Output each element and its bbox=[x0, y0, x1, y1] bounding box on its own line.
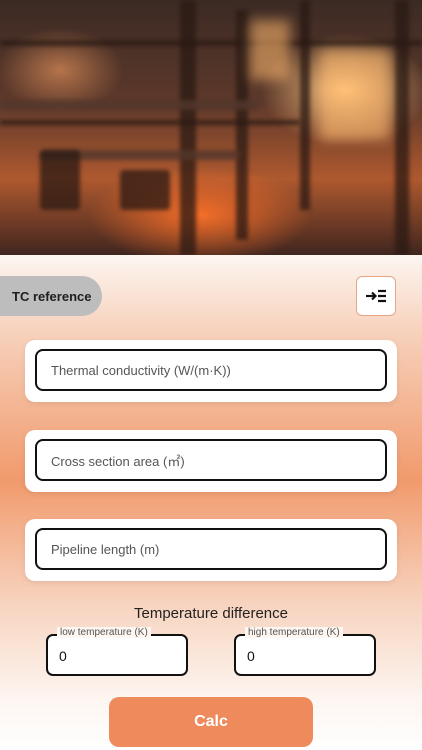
pipeline-length-input[interactable]: Pipeline length (m) bbox=[35, 528, 387, 570]
indent-list-icon bbox=[366, 289, 386, 303]
menu-button[interactable] bbox=[356, 276, 396, 316]
low-temperature-label: low temperature (K) bbox=[57, 627, 151, 638]
thermal-conductivity-input[interactable]: Thermal conductivity (W/(m·K)) bbox=[35, 349, 387, 391]
high-temperature-value: 0 bbox=[247, 648, 255, 664]
calc-button[interactable]: Calc bbox=[109, 697, 313, 747]
low-temperature-value: 0 bbox=[59, 648, 67, 664]
temperature-difference-title: Temperature difference bbox=[134, 605, 288, 622]
hero-factory-image bbox=[0, 0, 422, 255]
pipeline-length-card: Pipeline length (m) bbox=[25, 519, 397, 581]
cross-section-area-input[interactable]: Cross section area (㎡) bbox=[35, 439, 387, 481]
cross-section-area-card: Cross section area (㎡) bbox=[25, 430, 397, 492]
tc-reference-button[interactable]: TC reference bbox=[0, 276, 102, 316]
high-temperature-input[interactable]: high temperature (K) 0 bbox=[234, 627, 376, 676]
tc-reference-label: TC reference bbox=[12, 288, 92, 304]
pipeline-length-placeholder: Pipeline length (m) bbox=[51, 541, 160, 557]
calc-label: Calc bbox=[194, 713, 228, 730]
high-temperature-label: high temperature (K) bbox=[245, 627, 343, 638]
low-temperature-input[interactable]: low temperature (K) 0 bbox=[46, 627, 188, 676]
cross-section-area-placeholder: Cross section area (㎡) bbox=[51, 453, 185, 469]
thermal-conductivity-placeholder: Thermal conductivity (W/(m·K)) bbox=[51, 362, 231, 378]
thermal-conductivity-card: Thermal conductivity (W/(m·K)) bbox=[25, 340, 397, 402]
